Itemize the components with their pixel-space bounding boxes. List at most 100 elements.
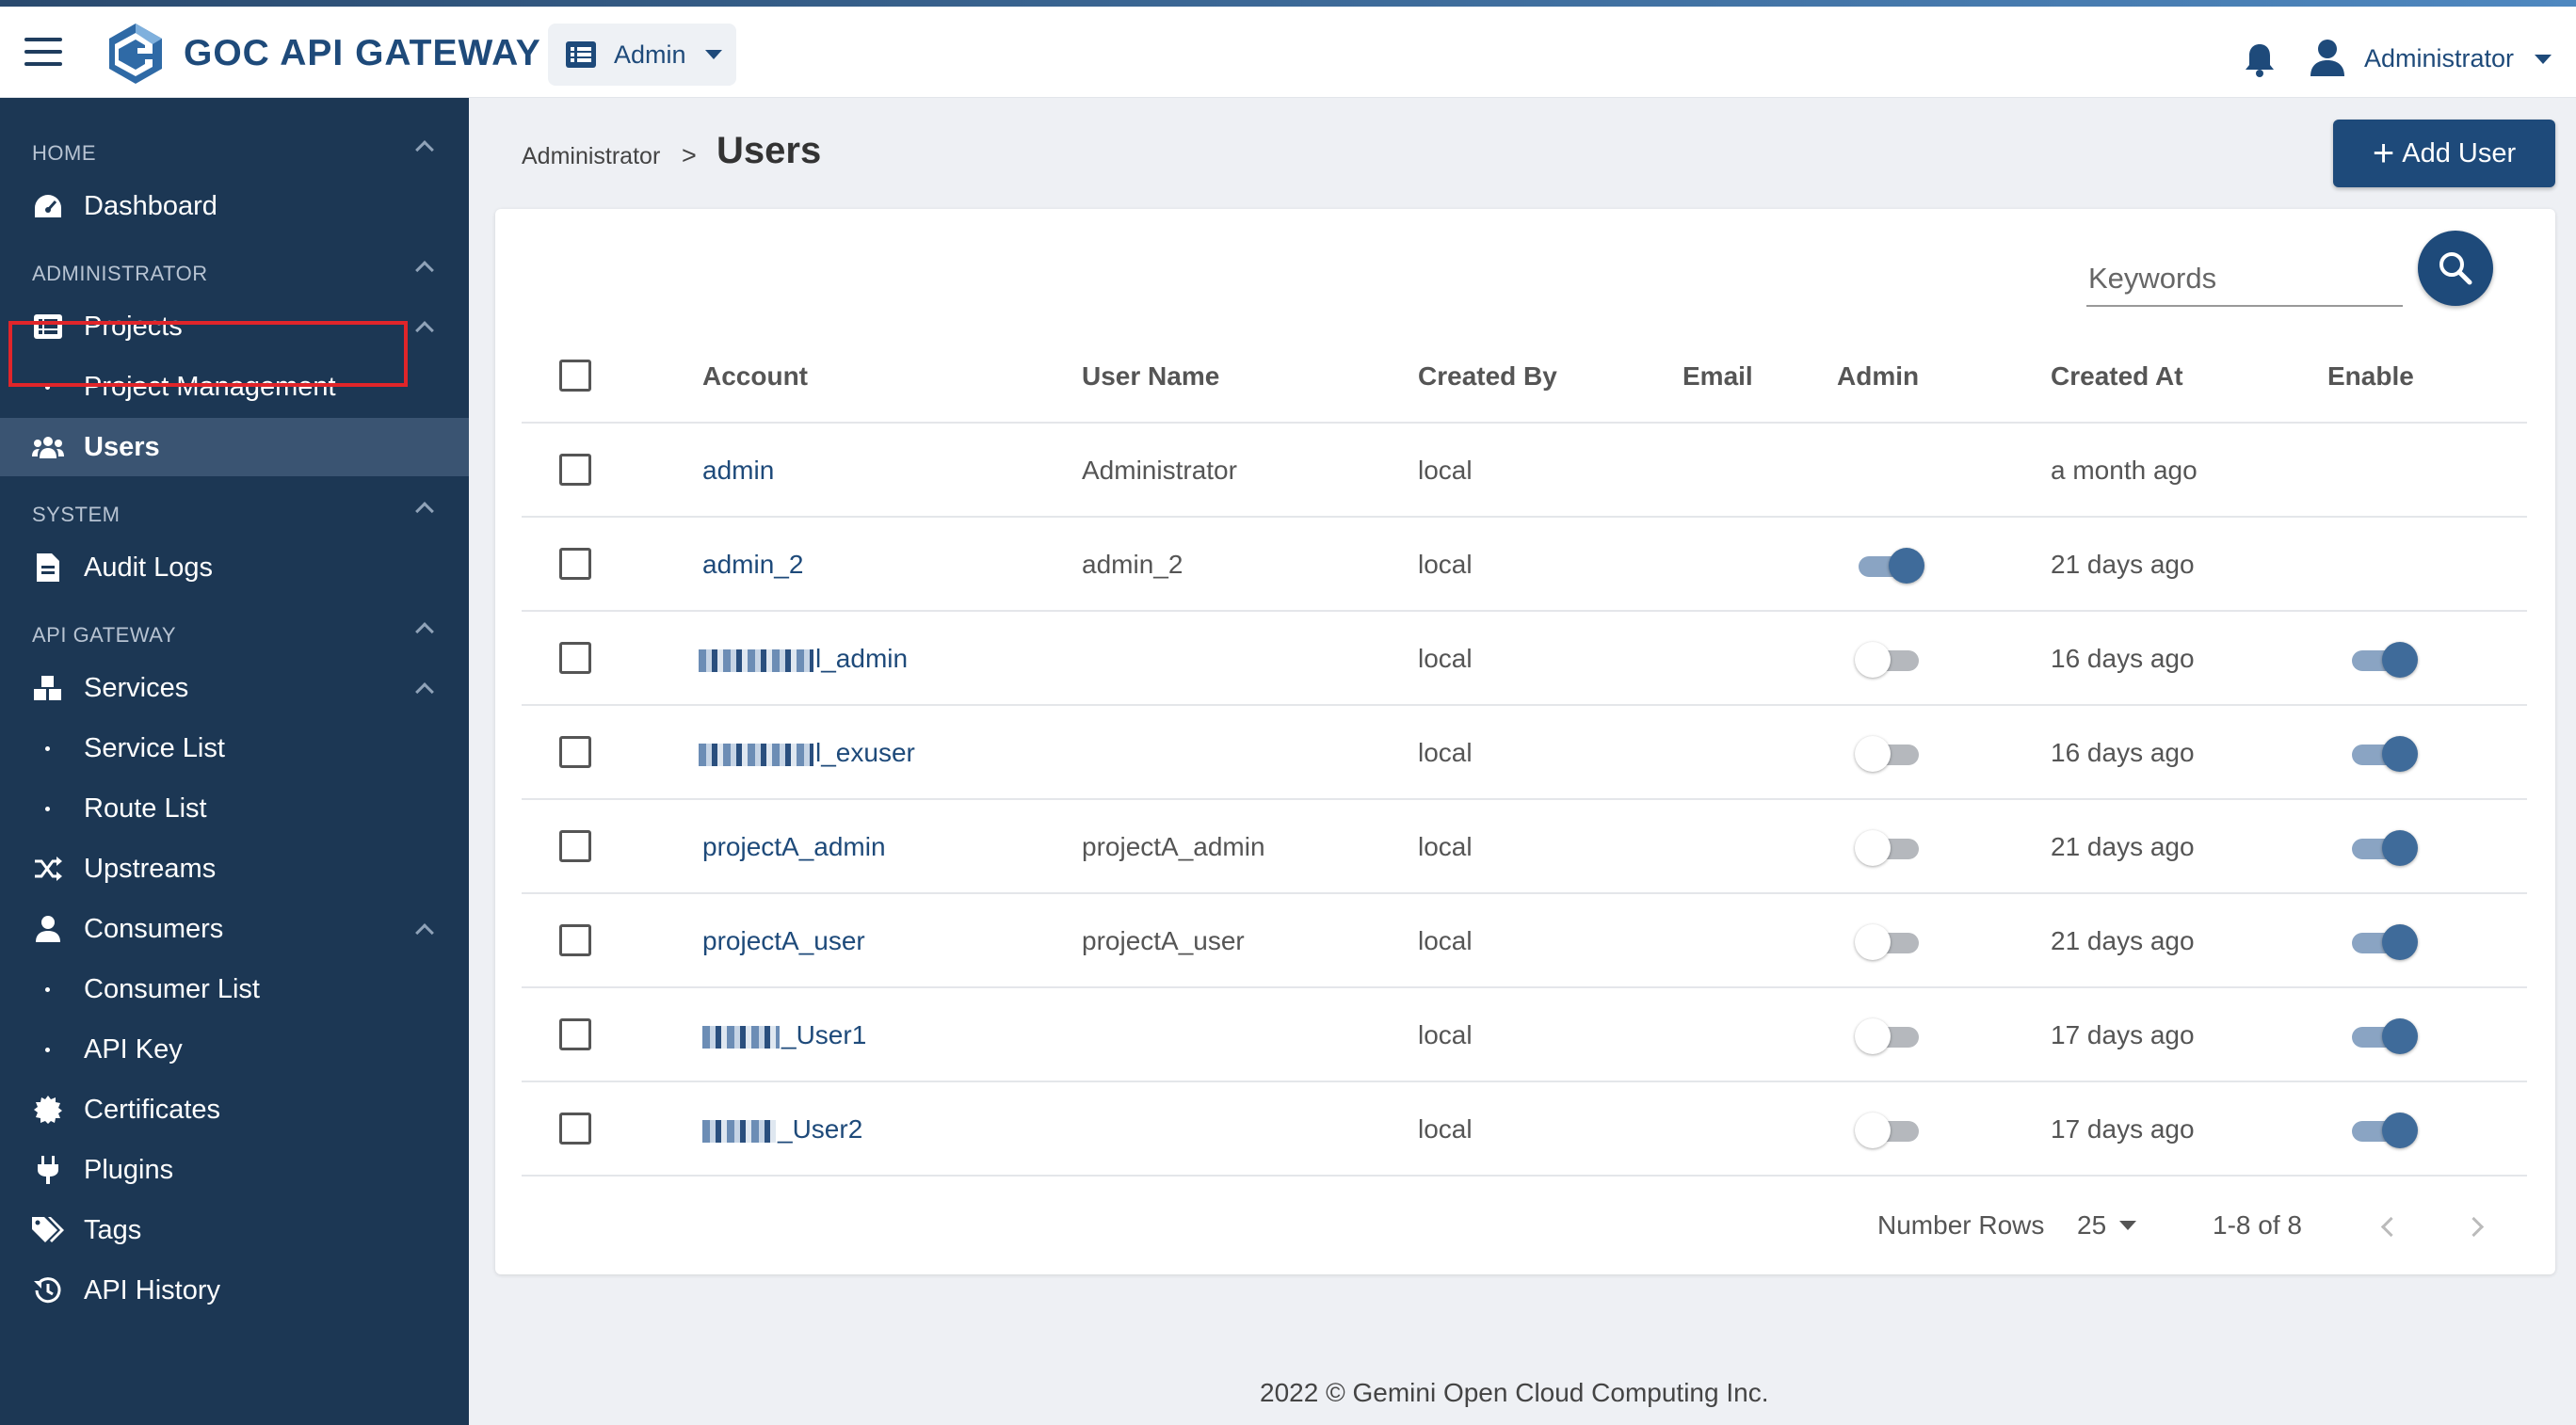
- row-checkbox[interactable]: [559, 736, 591, 768]
- pagination-range: 1-8 of 8: [2213, 1210, 2302, 1240]
- rows-per-page-select[interactable]: 25: [2077, 1209, 2152, 1242]
- sidebar-item-route-list[interactable]: Route List: [0, 779, 469, 838]
- sidebar-section-api-gateway: API GATEWAY: [32, 623, 177, 647]
- admin-toggle[interactable]: [1855, 1017, 1924, 1054]
- account-link[interactable]: projectA_user: [702, 926, 865, 956]
- sidebar-item-services[interactable]: Services: [0, 659, 469, 717]
- account-link[interactable]: l_exuser: [699, 738, 915, 768]
- sidebar-item-certificates[interactable]: Certificates: [0, 1081, 469, 1139]
- column-header-created-by[interactable]: Created By: [1418, 361, 1557, 392]
- user-icon: [32, 913, 64, 945]
- admin-toggle[interactable]: [1855, 546, 1924, 584]
- certificate-icon: [32, 1094, 64, 1126]
- document-icon: [32, 552, 64, 584]
- admin-toggle[interactable]: [1855, 640, 1924, 678]
- sidebar-item-plugins[interactable]: Plugins: [0, 1141, 469, 1199]
- enable-toggle[interactable]: [2348, 922, 2418, 960]
- sidebar-item-consumer-list[interactable]: Consumer List: [0, 960, 469, 1018]
- created-by-cell: local: [1418, 1020, 1473, 1049]
- admin-toggle[interactable]: [1855, 1111, 1924, 1148]
- row-checkbox[interactable]: [559, 642, 591, 674]
- sidebar-item-project-management[interactable]: Project Management: [0, 358, 469, 416]
- sidebar-item-audit-logs[interactable]: Audit Logs: [0, 538, 469, 597]
- list-icon: [566, 41, 596, 68]
- enable-toggle[interactable]: [2348, 828, 2418, 866]
- sidebar-item-api-history[interactable]: API History: [0, 1261, 469, 1320]
- user-menu[interactable]: Administrator: [2364, 44, 2514, 73]
- sidebar-item-consumers[interactable]: Consumers: [0, 900, 469, 958]
- add-user-button[interactable]: + Add User: [2333, 120, 2555, 187]
- created-by-cell: local: [1418, 1114, 1473, 1144]
- top-accent-strip: [0, 0, 2576, 7]
- search-input[interactable]: [2086, 252, 2403, 307]
- column-header-admin[interactable]: Admin: [1837, 361, 1919, 392]
- column-header-enable[interactable]: Enable: [2327, 361, 2414, 392]
- created-at-cell: 21 days ago: [2051, 550, 2195, 579]
- tags-icon: [32, 1214, 64, 1246]
- sidebar-item-users[interactable]: Users: [0, 418, 469, 476]
- search-button[interactable]: [2418, 231, 2493, 306]
- redacted-text: [699, 648, 813, 672]
- breadcrumb-parent[interactable]: Administrator: [522, 143, 660, 170]
- row-checkbox[interactable]: [559, 830, 591, 862]
- select-all-checkbox[interactable]: [559, 360, 591, 392]
- next-page-button[interactable]: [2461, 1210, 2495, 1244]
- column-header-email[interactable]: Email: [1682, 361, 1753, 392]
- account-link[interactable]: admin: [702, 456, 774, 486]
- created-at-cell: 16 days ago: [2051, 644, 2195, 673]
- bullet-icon: [45, 986, 50, 992]
- row-checkbox[interactable]: [559, 924, 591, 956]
- sidebar-item-tags[interactable]: Tags: [0, 1201, 469, 1259]
- chevron-right-icon: [2463, 1216, 2485, 1238]
- footer-copyright: 2022 © Gemini Open Cloud Computing Inc.: [1260, 1378, 1769, 1407]
- row-checkbox[interactable]: [559, 548, 591, 580]
- enable-toggle[interactable]: [2348, 1017, 2418, 1054]
- sidebar-item-label: Services: [84, 672, 189, 703]
- enable-toggle[interactable]: [2348, 734, 2418, 772]
- row-checkbox[interactable]: [559, 1113, 591, 1145]
- sidebar-item-label: Dashboard: [84, 190, 217, 221]
- chevron-up-icon[interactable]: [415, 261, 434, 280]
- sidebar-item-service-list[interactable]: Service List: [0, 719, 469, 777]
- sidebar-item-api-key[interactable]: API Key: [0, 1020, 469, 1079]
- column-header-user-name[interactable]: User Name: [1082, 361, 1219, 392]
- admin-toggle[interactable]: [1855, 734, 1924, 772]
- account-link[interactable]: projectA_admin: [702, 832, 886, 862]
- chevron-down-icon: [704, 50, 722, 59]
- sidebar-item-dashboard[interactable]: Dashboard: [0, 177, 469, 235]
- project-selector[interactable]: Admin: [548, 24, 736, 86]
- cubes-icon: [32, 672, 64, 704]
- created-by-cell: local: [1418, 550, 1473, 579]
- chevron-up-icon[interactable]: [415, 502, 434, 520]
- enable-toggle[interactable]: [2348, 1111, 2418, 1148]
- account-link[interactable]: _User2: [702, 1114, 862, 1145]
- bullet-icon: [45, 745, 50, 751]
- chevron-up-icon[interactable]: [415, 140, 434, 159]
- account-link[interactable]: admin_2: [702, 550, 803, 580]
- account-link[interactable]: _User1: [702, 1020, 866, 1050]
- admin-toggle[interactable]: [1855, 922, 1924, 960]
- previous-page-button[interactable]: [2373, 1210, 2407, 1244]
- column-header-created-at[interactable]: Created At: [2051, 361, 2183, 392]
- row-divider: [522, 704, 2527, 706]
- user-avatar-icon[interactable]: [2310, 39, 2345, 76]
- chevron-down-icon[interactable]: [2535, 55, 2552, 64]
- notification-bell-icon[interactable]: [2241, 40, 2278, 78]
- admin-toggle[interactable]: [1855, 828, 1924, 866]
- menu-icon[interactable]: [24, 38, 62, 66]
- row-checkbox[interactable]: [559, 1018, 591, 1050]
- row-checkbox[interactable]: [559, 454, 591, 486]
- column-header-account[interactable]: Account: [702, 361, 808, 392]
- history-icon: [32, 1274, 64, 1306]
- sidebar-item-upstreams[interactable]: Upstreams: [0, 840, 469, 898]
- chevron-up-icon[interactable]: [415, 622, 434, 641]
- user-name-cell: projectA_user: [1082, 926, 1245, 955]
- created-at-cell: 21 days ago: [2051, 832, 2195, 861]
- enable-toggle[interactable]: [2348, 640, 2418, 678]
- row-divider: [522, 1175, 2527, 1177]
- chevron-down-icon: [2119, 1221, 2137, 1230]
- sidebar-item-projects[interactable]: Projects: [0, 297, 469, 356]
- created-by-cell: local: [1418, 832, 1473, 861]
- account-link[interactable]: l_admin: [699, 644, 908, 674]
- created-at-cell: 16 days ago: [2051, 738, 2195, 767]
